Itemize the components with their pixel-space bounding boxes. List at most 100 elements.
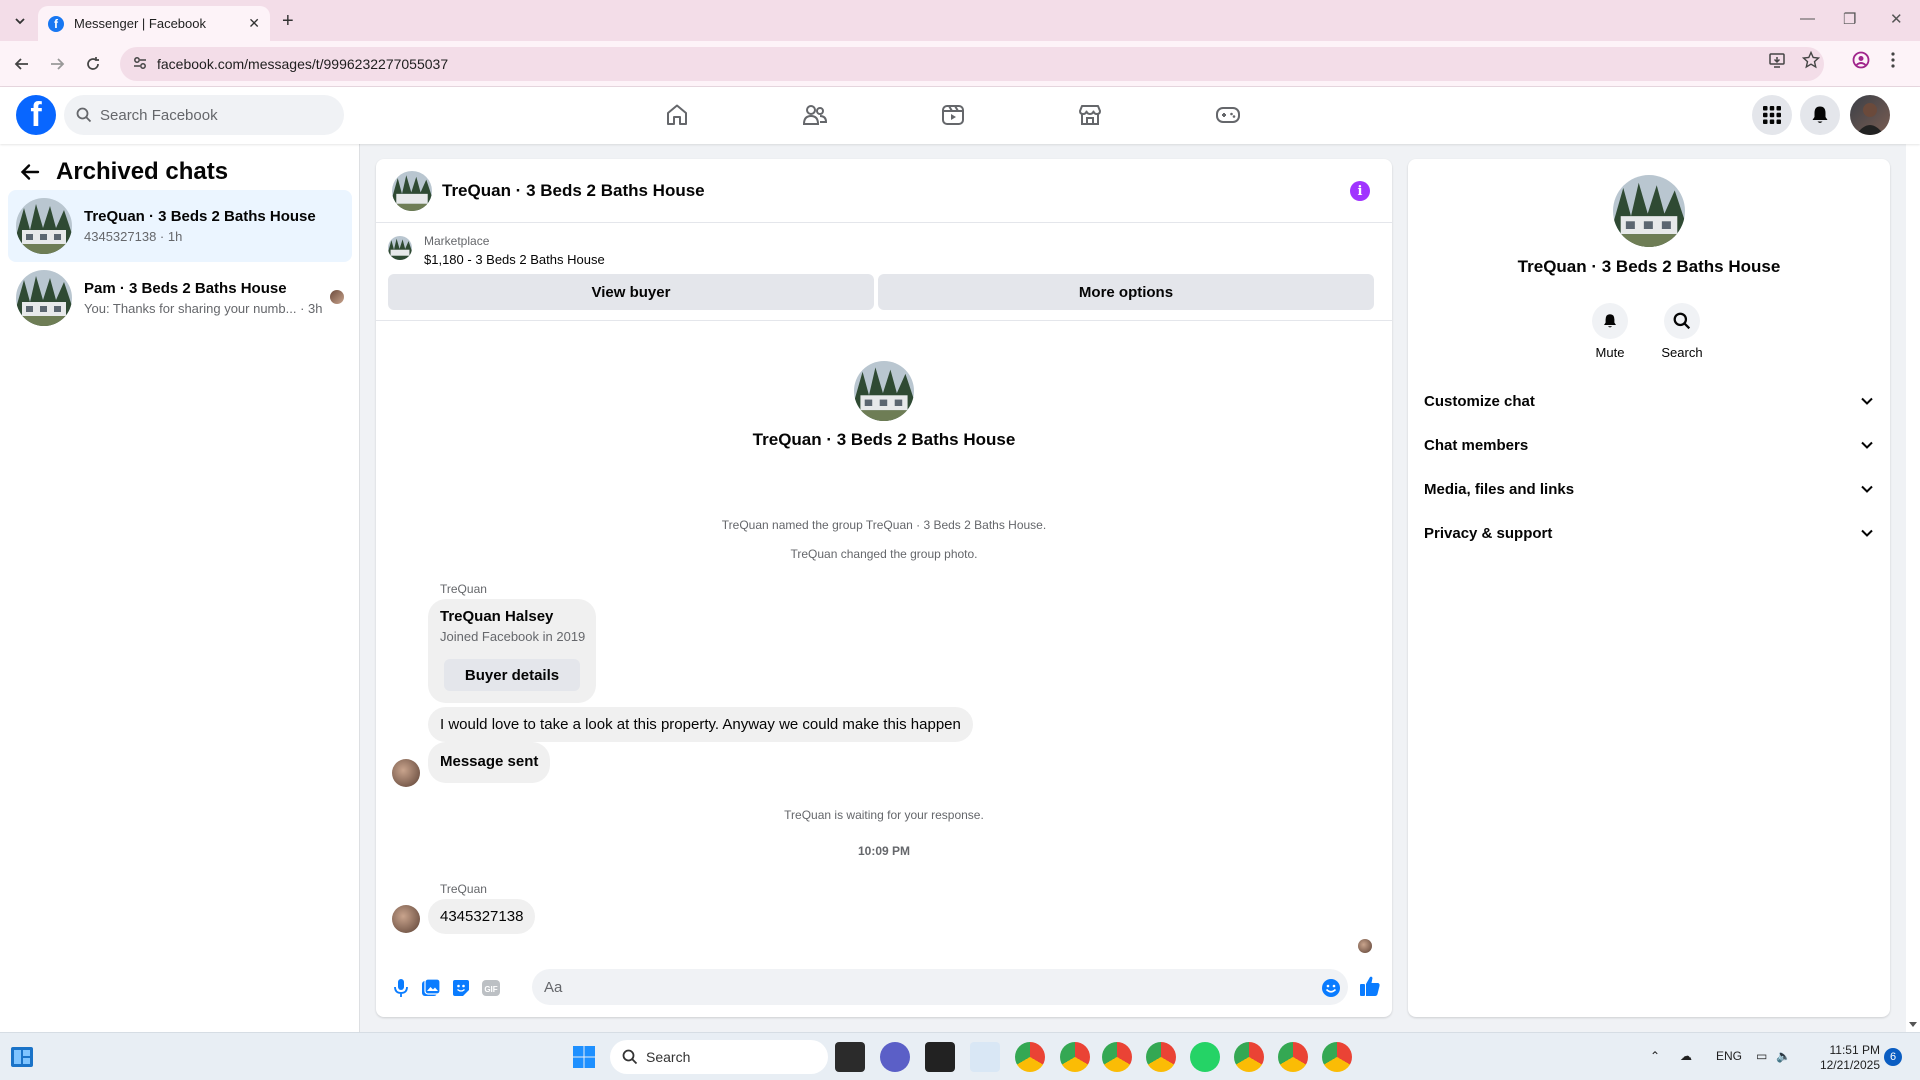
language-indicator[interactable]: ENG [1716,1049,1742,1063]
read-receipt-avatar [1358,939,1372,953]
friends-nav-icon[interactable] [800,100,830,130]
emoji-icon[interactable] [1320,977,1342,999]
tab-title: Messenger | Facebook [74,16,206,31]
new-tab-button[interactable]: + [282,10,294,33]
bookmark-star-icon[interactable] [1802,51,1820,69]
arrow-left-icon [14,58,28,70]
message-bubble[interactable]: Message sent [428,742,551,783]
section-label: Customize chat [1424,392,1535,410]
video-nav-icon[interactable] [938,100,968,130]
buyer-details-button[interactable]: Buyer details [444,659,580,691]
snipping-tool-icon[interactable] [970,1042,1000,1072]
chat-preview: You: Thanks for sharing your numb... · 3… [84,301,323,316]
timestamp: 10:09 PM [857,844,911,858]
chat-members-row[interactable]: Chat members [1424,423,1874,467]
account-avatar[interactable] [1850,95,1890,135]
gaming-nav-icon[interactable] [1213,100,1243,130]
minimize-button[interactable]: — [1800,10,1815,27]
tray-chevron-icon[interactable]: ⌃ [1650,1049,1660,1063]
teams-icon[interactable] [880,1042,910,1072]
back-button[interactable] [11,53,33,75]
view-buyer-button[interactable]: View buyer [388,274,874,310]
omnibox[interactable]: facebook.com/messages/t/9996232277055037 [120,47,1824,81]
search-in-chat-button[interactable]: Search [1650,303,1714,360]
clock[interactable]: 11:51 PM 12/21/2025 [1800,1043,1880,1073]
menu-grid-button[interactable] [1752,95,1792,135]
chrome-icon[interactable] [1322,1042,1352,1072]
reload-button[interactable] [82,53,104,75]
browser-tab[interactable]: f Messenger | Facebook ✕ [38,6,270,41]
volume-icon[interactable]: 🔈 [1776,1049,1791,1063]
listing-title[interactable]: $1,180 - 3 Beds 2 Baths House [424,252,605,267]
conversation-header: TreQuan · 3 Beds 2 Baths House i [376,159,1392,223]
page-scrollbar[interactable] [1906,87,1920,1032]
sidebar-header: Archived chats [20,158,228,186]
sender-name: TreQuan [440,582,487,596]
photo-icon[interactable] [420,977,442,999]
task-view-icon[interactable] [835,1042,865,1072]
marketplace-label: Marketplace [424,234,490,248]
facebook-favicon: f [48,15,64,32]
chrome-icon[interactable] [1015,1042,1045,1072]
grid-icon [1763,106,1781,124]
widgets-icon[interactable] [10,1045,34,1069]
tab-close-icon[interactable]: ✕ [248,15,260,32]
facebook-logo[interactable]: f [16,95,56,135]
customize-chat-row[interactable]: Customize chat [1424,379,1874,423]
conversation-title[interactable]: TreQuan · 3 Beds 2 Baths House [442,181,705,201]
home-nav-icon[interactable] [662,100,692,130]
onedrive-icon[interactable]: ☁ [1680,1049,1692,1063]
chrome-icon[interactable] [1102,1042,1132,1072]
gif-icon[interactable]: GIF [480,977,502,999]
like-icon[interactable] [1359,975,1381,997]
network-icon[interactable]: ▭ [1756,1049,1767,1063]
mute-button[interactable]: Mute [1578,303,1642,360]
section-label: Media, files and links [1424,480,1575,498]
listing-thumbnail [388,236,412,260]
sticky-notes-icon[interactable] [925,1042,955,1072]
chrome-icon[interactable] [1146,1042,1176,1072]
tab-search-dropdown[interactable] [8,9,32,33]
notifications-button[interactable] [1800,95,1840,135]
chrome-icon[interactable] [1060,1042,1090,1072]
facebook-search-input[interactable]: Search Facebook [64,95,344,135]
message-bubble[interactable]: 4345327138 [428,899,536,934]
back-arrow-icon[interactable] [20,162,40,182]
media-files-links-row[interactable]: Media, files and links [1424,467,1874,511]
system-message: TreQuan changed the group photo. [790,547,978,561]
install-app-icon[interactable] [1768,51,1786,69]
sticker-icon[interactable] [450,977,472,999]
search-icon [622,1049,638,1065]
profile-icon[interactable] [1852,51,1870,69]
start-icon[interactable] [572,1045,596,1069]
system-message: TreQuan named the group TreQuan · 3 Beds… [721,518,1047,532]
chrome-icon[interactable] [1234,1042,1264,1072]
microphone-icon[interactable] [390,977,412,999]
chevron-down-icon [1861,441,1873,449]
info-icon[interactable]: i [1350,181,1370,201]
close-window-button[interactable]: ✕ [1890,10,1903,28]
buyer-card: TreQuan Halsey Joined Facebook in 2019 B… [428,599,596,703]
system-message: TreQuan is waiting for your response. [784,808,984,822]
chat-item-pam[interactable]: Pam · 3 Beds 2 Baths House You: Thanks f… [8,262,352,334]
restore-button[interactable]: ❐ [1843,10,1856,28]
chat-name: TreQuan · 3 Beds 2 Baths House [84,208,316,225]
chat-item-trequan[interactable]: TreQuan · 3 Beds 2 Baths House 434532713… [8,190,352,262]
group-photo-large[interactable] [1613,175,1685,247]
conversation-avatar[interactable] [392,170,432,211]
message-input[interactable]: Aa [532,969,1348,1005]
notification-badge[interactable]: 6 [1884,1048,1902,1066]
marketplace-nav-icon[interactable] [1075,100,1105,130]
chevron-down-icon [1861,529,1873,537]
clock-date: 12/21/2025 [1819,1058,1880,1072]
message-bubble[interactable]: I would love to take a look at this prop… [428,707,973,742]
whatsapp-icon[interactable] [1190,1042,1220,1072]
sender-avatar[interactable] [392,905,420,933]
sender-avatar[interactable] [392,759,420,787]
privacy-support-row[interactable]: Privacy & support [1424,511,1874,555]
more-options-button[interactable]: More options [878,274,1374,310]
browser-menu-icon[interactable] [1890,51,1896,69]
chrome-icon[interactable] [1278,1042,1308,1072]
forward-button[interactable] [46,53,68,75]
taskbar-search[interactable]: Search [610,1040,828,1074]
